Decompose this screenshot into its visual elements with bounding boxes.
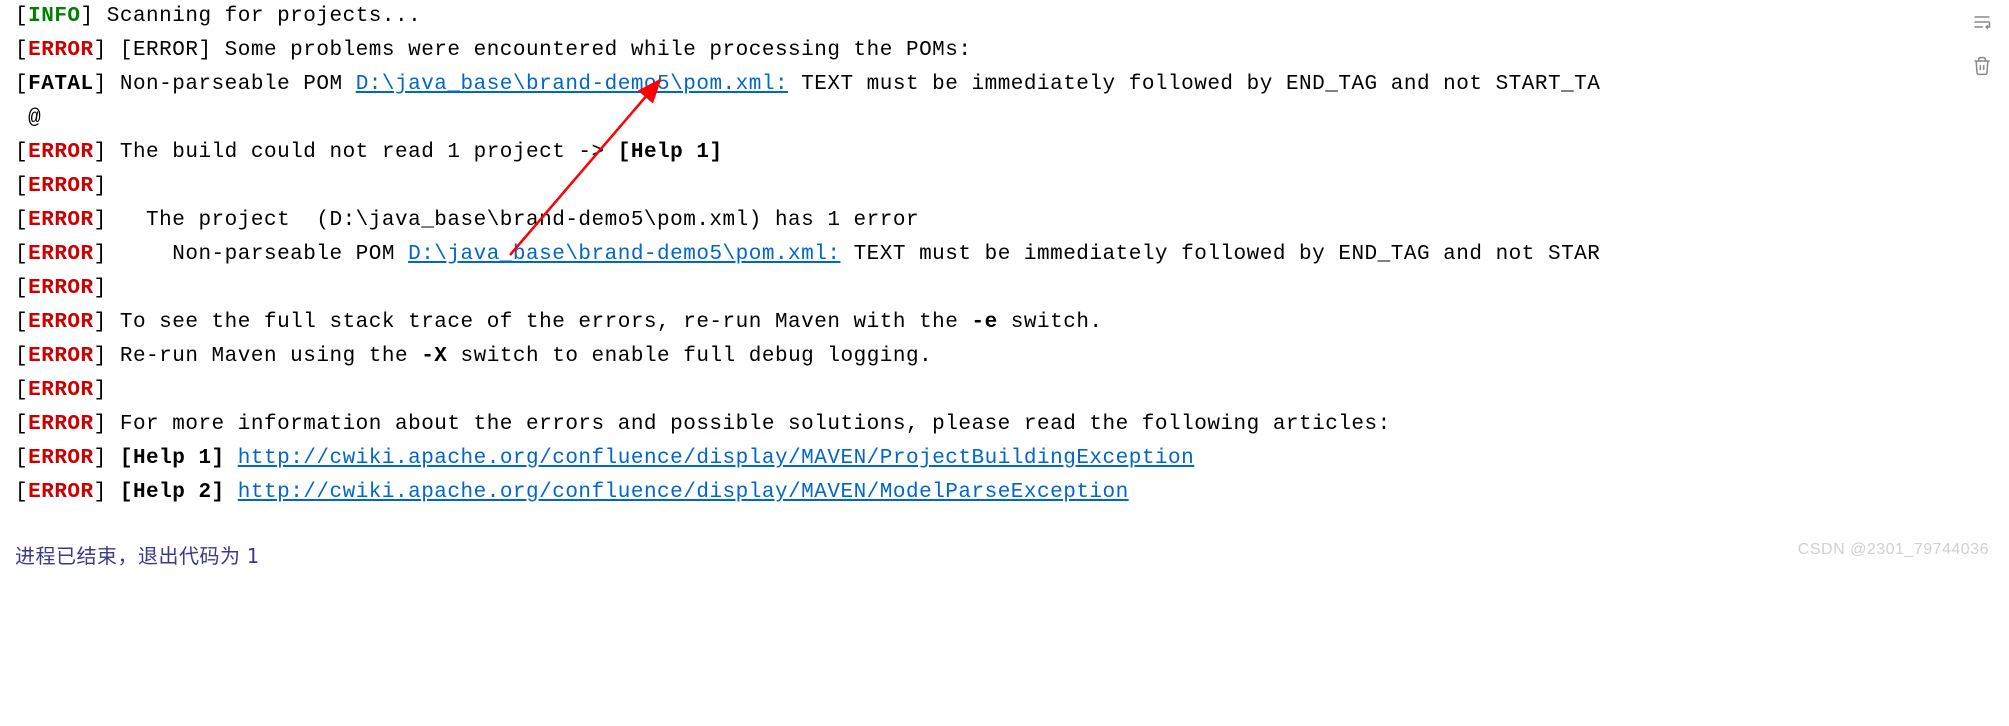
log-level-error: ERROR	[28, 481, 94, 504]
console-link[interactable]: http://cwiki.apache.org/confluence/displ…	[238, 481, 1129, 504]
console-line: [ERROR]	[15, 272, 1994, 306]
bold-text: -X	[421, 345, 447, 368]
console-line: [ERROR] Non-parseable POM D:\java_base\b…	[15, 238, 1994, 272]
log-level-error: ERROR	[28, 345, 94, 368]
log-level-error: ERROR	[28, 413, 94, 436]
bold-text: [Help 1]	[120, 447, 225, 470]
log-level-error: ERROR	[28, 175, 94, 198]
console-line: [ERROR] [ERROR] Some problems were encou…	[15, 34, 1994, 68]
console-toolbar	[1970, 10, 1994, 78]
log-level-error: ERROR	[28, 243, 94, 266]
console-line: [ERROR] For more information about the e…	[15, 408, 1994, 442]
bold-text: [Help 2]	[120, 481, 225, 504]
soft-wrap-icon[interactable]	[1970, 10, 1994, 34]
log-level-error: ERROR	[28, 379, 94, 402]
log-level-error: ERROR	[28, 311, 94, 334]
console-line: [FATAL] Non-parseable POM D:\java_base\b…	[15, 68, 1994, 102]
watermark: CSDN @2301_79744036	[1798, 537, 1989, 563]
console-line: [ERROR]	[15, 170, 1994, 204]
console-link[interactable]: http://cwiki.apache.org/confluence/displ…	[238, 447, 1194, 470]
console-line: [ERROR] Re-run Maven using the -X switch…	[15, 340, 1994, 374]
console-line: [ERROR] [Help 1] http://cwiki.apache.org…	[15, 442, 1994, 476]
console-output: [INFO] Scanning for projects...[ERROR] […	[15, 0, 1994, 510]
log-level-error: ERROR	[28, 39, 94, 62]
console-link[interactable]: D:\java_base\brand-demo5\pom.xml:	[356, 73, 788, 96]
log-level-info: INFO	[28, 5, 80, 28]
console-line: [ERROR]	[15, 374, 1994, 408]
exit-prefix: 进程已结束，退出代码为	[15, 546, 247, 568]
console-link[interactable]: D:\java_base\brand-demo5\pom.xml:	[408, 243, 840, 266]
trash-icon[interactable]	[1970, 54, 1994, 78]
console-line: [ERROR] The build could not read 1 proje…	[15, 136, 1994, 170]
console-line: [INFO] Scanning for projects...	[15, 0, 1994, 34]
bold-text: -e	[971, 311, 997, 334]
console-line: [ERROR] The project (D:\java_base\brand-…	[15, 204, 1994, 238]
log-level-error: ERROR	[28, 209, 94, 232]
bold-text: [Help 1]	[618, 141, 723, 164]
process-exit-line: 进程已结束，退出代码为 1	[15, 540, 1994, 573]
console-line: [ERROR] [Help 2] http://cwiki.apache.org…	[15, 476, 1994, 510]
console-line: [ERROR] To see the full stack trace of t…	[15, 306, 1994, 340]
console-line: @	[15, 102, 1994, 136]
log-level-fatal: FATAL	[28, 73, 94, 96]
exit-code: 1	[247, 544, 260, 568]
log-level-error: ERROR	[28, 447, 94, 470]
log-level-error: ERROR	[28, 141, 94, 164]
log-level-error: ERROR	[28, 277, 94, 300]
